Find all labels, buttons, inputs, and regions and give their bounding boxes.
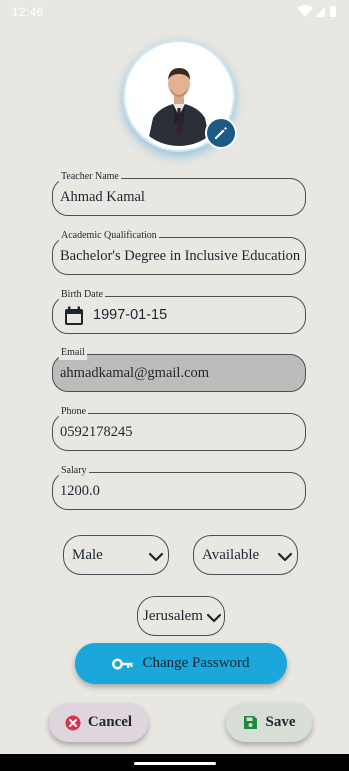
floppy-disk-icon xyxy=(243,716,257,729)
pencil-icon xyxy=(215,127,227,139)
phone-label: Phone xyxy=(59,405,88,419)
teacher-name-label: Teacher Name xyxy=(59,170,121,184)
profile-photo-area xyxy=(125,42,237,152)
birth-date-label: Birth Date xyxy=(59,288,105,302)
email-field: Email ahmadkamal@gmail.com xyxy=(52,346,306,392)
phone-value: 0592178245 xyxy=(60,424,133,440)
cancel-button[interactable]: Cancel xyxy=(49,703,148,742)
gender-selected: Male xyxy=(72,547,103,563)
availability-selected: Available xyxy=(202,547,260,563)
birth-date-value: 1997-01-15 xyxy=(93,307,168,323)
status-time: 12:46 xyxy=(12,5,44,19)
chevron-down-icon xyxy=(148,552,164,562)
home-gesture-handle[interactable] xyxy=(134,762,216,765)
chevron-down-icon xyxy=(206,613,222,623)
gender-dropdown[interactable]: Male xyxy=(63,535,169,575)
birth-date-field[interactable]: Birth Date 1997-01-15 xyxy=(52,288,306,334)
email-label: Email xyxy=(59,346,87,360)
salary-value: 1200.0 xyxy=(60,483,100,499)
calendar-icon[interactable] xyxy=(64,306,84,326)
chevron-down-icon xyxy=(277,552,293,562)
availability-dropdown[interactable]: Available xyxy=(193,535,298,575)
system-navigation-bar xyxy=(0,754,349,771)
signal-icon xyxy=(315,7,325,17)
email-value: ahmadkamal@gmail.com xyxy=(60,365,210,381)
battery-icon xyxy=(330,6,336,17)
teacher-name-value: Ahmad Kamal xyxy=(60,189,145,205)
cancel-label: Cancel xyxy=(87,714,133,730)
city-dropdown[interactable]: Jerusalem xyxy=(137,596,225,636)
change-password-button[interactable]: Change Password xyxy=(75,643,287,684)
salary-field[interactable]: Salary 1200.0 xyxy=(52,464,306,510)
phone-field[interactable]: Phone 0592178245 xyxy=(52,405,306,451)
save-button[interactable]: Save xyxy=(226,703,312,742)
change-password-label: Change Password xyxy=(142,655,250,671)
qualification-field[interactable]: Academic Qualification Bachelor's Degree… xyxy=(52,229,306,275)
edit-photo-button[interactable] xyxy=(205,117,237,149)
cancel-circle-icon xyxy=(65,715,81,730)
qualification-label: Academic Qualification xyxy=(59,229,159,243)
key-icon xyxy=(112,658,133,669)
save-label: Save xyxy=(265,714,296,730)
status-icons xyxy=(297,5,336,17)
salary-label: Salary xyxy=(59,464,89,478)
city-selected: Jerusalem xyxy=(143,608,203,624)
teacher-name-field[interactable]: Teacher Name Ahmad Kamal xyxy=(52,170,306,216)
status-bar: 12:46 xyxy=(0,0,349,24)
qualification-value: Bachelor's Degree in Inclusive Education xyxy=(60,248,301,264)
wifi-icon xyxy=(297,5,313,17)
